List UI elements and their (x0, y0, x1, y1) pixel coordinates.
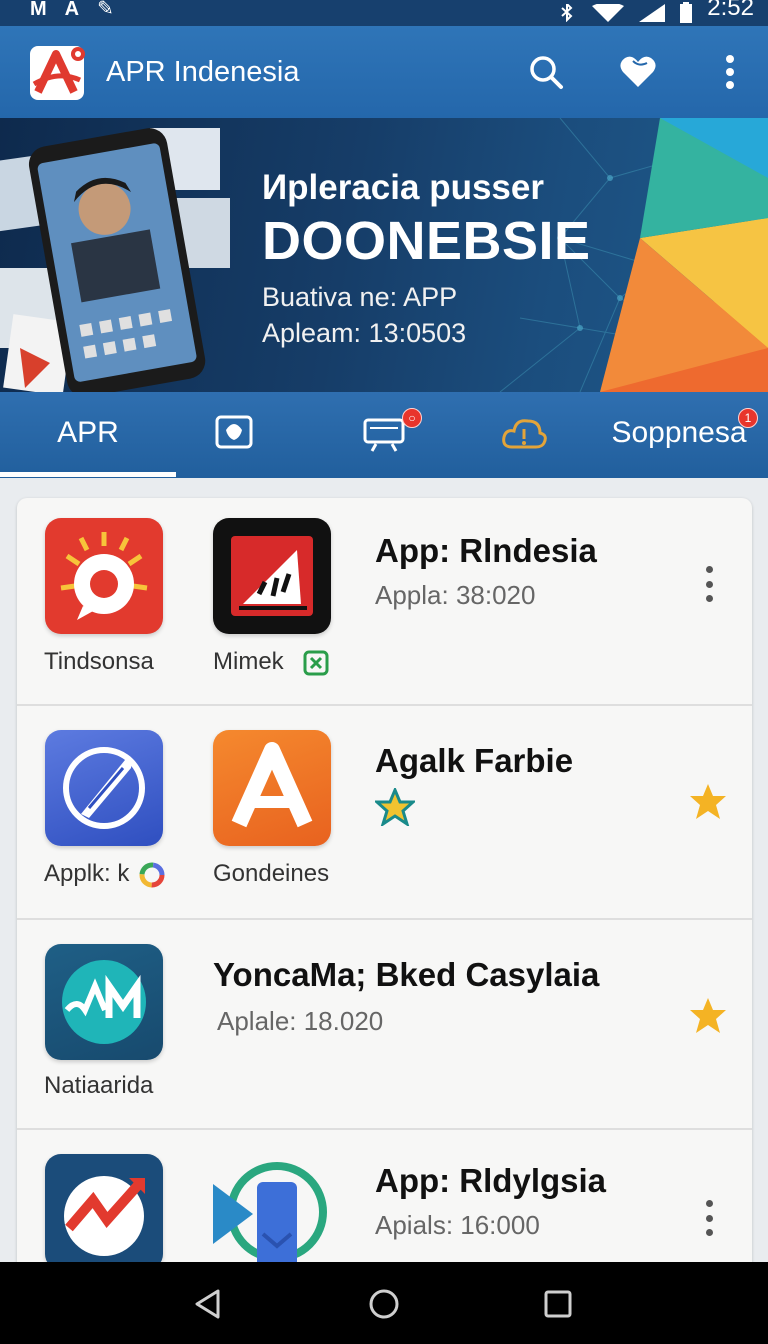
color-ring-icon (139, 862, 165, 888)
notification-glyph-3: ✎ (97, 0, 114, 20)
tab-soppnesa-label: Soppnesa (611, 416, 747, 449)
home-icon (369, 1289, 399, 1319)
list-item[interactable]: Applk: k Gondeines Agalk Farbie (17, 704, 752, 920)
app-subtitle: Apials: 16:000 (375, 1210, 540, 1240)
clock: 2:52 (707, 0, 754, 21)
tab-bar: APR ○ Soppnesa 1 (0, 392, 768, 478)
notification-glyph-1: M (30, 0, 47, 20)
battery-icon (680, 2, 693, 23)
app-subtitle: Appla: 38:020 (375, 580, 536, 610)
bluetooth-icon (561, 4, 573, 22)
more-vert-icon (726, 55, 734, 89)
tab-display[interactable]: ○ (326, 392, 442, 474)
cloud-alert-icon (502, 419, 547, 449)
teal-star-icon (375, 788, 415, 826)
tab-soppnesa[interactable]: Soppnesa 1 (604, 392, 758, 474)
app-title: App: Rlndesia (375, 532, 597, 569)
app-title: App: Rldylgsia (375, 1162, 607, 1199)
banner-date: Apleam: 13:0503 (262, 318, 467, 348)
app-label: Natiaarida (44, 1072, 154, 1099)
app-title: Agalk Farbie (375, 742, 574, 779)
notification-glyph-2: A (64, 0, 80, 20)
more-vert-icon[interactable] (704, 566, 714, 602)
app-subtitle: Aplale: 18.020 (217, 1006, 384, 1036)
app-label: Tindsonsa (44, 648, 154, 675)
sun-chat-icon[interactable] (45, 518, 163, 634)
banner-headline: Иpleracia pusser (262, 168, 544, 207)
warning-app-icon[interactable] (213, 518, 331, 634)
favorites-button[interactable] (618, 52, 658, 92)
bookmark-play-icon[interactable] (213, 1154, 331, 1270)
star-icon[interactable] (688, 996, 728, 1036)
app-title: APR Indenesia (106, 56, 300, 88)
promo-banner[interactable]: Иpleracia pusser DOONEBSIE Buativa ne: A… (0, 118, 768, 392)
search-button[interactable] (526, 52, 566, 92)
nav-home-button[interactable] (368, 1288, 400, 1320)
app-bar: APR Indenesia (0, 26, 768, 118)
app-label: Gondeines (213, 860, 330, 887)
app-logo-icon (30, 46, 85, 100)
tab-display-badge: ○ (402, 408, 422, 428)
nav-recents-button[interactable] (542, 1288, 574, 1320)
chat-bubble-icon (215, 415, 253, 449)
signal-icon (639, 4, 666, 22)
search-icon (530, 56, 563, 89)
star-icon[interactable] (688, 782, 728, 822)
favorite-icon (620, 56, 656, 87)
tab-apr[interactable]: APR (0, 392, 176, 474)
wave-am-icon[interactable] (45, 944, 163, 1060)
list-item[interactable]: App: Rldylgsia Apials: 16:000 (17, 1128, 752, 1278)
banner-phone-illustration (0, 128, 230, 392)
list-item[interactable]: Tindsonsa Mimek App: Rlndesia Appla: 38:… (17, 498, 752, 706)
tab-soppnesa-badge: 1 (738, 408, 758, 428)
close-box-icon (303, 650, 329, 676)
app-label: Applk: k (44, 860, 130, 887)
tab-chat[interactable] (176, 392, 292, 474)
trend-circle-icon[interactable] (45, 1154, 163, 1270)
overflow-menu-button[interactable] (710, 52, 750, 92)
letter-a-icon[interactable] (213, 730, 331, 846)
back-icon (195, 1289, 220, 1319)
app-list-card: Tindsonsa Mimek App: Rlndesia Appla: 38:… (17, 498, 752, 1278)
app-label: Mimek (213, 648, 284, 675)
app-title: YoncaMa; Bked Casylaia (213, 956, 600, 993)
list-item[interactable]: Natiaarida YoncaMa; Bked Casylaia Aplale… (17, 918, 752, 1130)
more-vert-icon[interactable] (704, 1200, 714, 1236)
display-icon (363, 418, 405, 452)
nav-back-button[interactable] (192, 1288, 224, 1320)
system-nav-bar (0, 1262, 768, 1344)
wifi-icon (592, 4, 625, 22)
tab-apr-label: APR (57, 416, 119, 449)
tab-cloud[interactable] (466, 392, 582, 474)
recents-icon (544, 1290, 572, 1318)
compass-pen-icon[interactable] (45, 730, 163, 846)
status-bar: M A ✎ 2:52 (0, 0, 768, 26)
banner-subtitle: Buativa ne: APP (262, 282, 458, 312)
active-tab-indicator (0, 472, 176, 477)
banner-title: DOONEBSIE (262, 211, 591, 271)
